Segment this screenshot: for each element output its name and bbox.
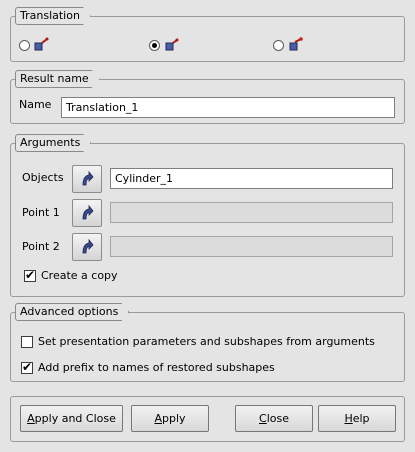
help-button[interactable]: Help bbox=[318, 405, 396, 432]
create-copy-checkbox[interactable] bbox=[24, 268, 36, 282]
close-button[interactable]: Close bbox=[235, 405, 313, 432]
mode-option-3[interactable] bbox=[273, 37, 303, 53]
translation-group-title: Translation bbox=[15, 7, 91, 25]
point1-label: Point 1 bbox=[22, 206, 60, 219]
arrow-select-icon bbox=[82, 171, 94, 186]
objects-select-button[interactable] bbox=[72, 165, 102, 193]
point1-select-button[interactable] bbox=[72, 199, 102, 227]
mode-radio-2[interactable] bbox=[149, 39, 160, 51]
arguments-group-title: Arguments bbox=[15, 134, 91, 152]
mode-radio-1[interactable] bbox=[19, 39, 30, 51]
apply-button[interactable]: Apply bbox=[131, 405, 209, 432]
translation-by-dxdydz-icon bbox=[165, 38, 179, 51]
result-name-group: Result name Name Translation_1 bbox=[10, 79, 405, 124]
point2-select-button[interactable] bbox=[72, 233, 102, 261]
point1-input[interactable] bbox=[110, 202, 393, 223]
prefix-option[interactable]: Add prefix to names of restored subshape… bbox=[21, 360, 275, 374]
arrow-select-icon bbox=[82, 205, 94, 220]
prefix-checkbox[interactable] bbox=[21, 360, 33, 374]
create-copy-label: Create a copy bbox=[41, 269, 118, 282]
result-name-group-title: Result name bbox=[15, 70, 100, 88]
advanced-options-group-title: Advanced options bbox=[15, 303, 129, 321]
translation-by-vector-icon bbox=[34, 37, 49, 51]
apply-and-close-button[interactable]: Apply and Close bbox=[20, 405, 123, 432]
objects-input[interactable]: Cylinder_1 bbox=[110, 168, 393, 189]
mode-option-1[interactable] bbox=[19, 37, 49, 53]
translation-group: Translation bbox=[10, 16, 405, 62]
presentation-checkbox[interactable] bbox=[21, 335, 33, 348]
point2-label: Point 2 bbox=[22, 240, 60, 253]
create-copy-option[interactable]: Create a copy bbox=[24, 268, 118, 282]
arrow-select-icon bbox=[82, 239, 94, 254]
mode-radio-3[interactable] bbox=[273, 39, 284, 51]
name-input[interactable]: Translation_1 bbox=[61, 97, 395, 118]
advanced-options-group: Advanced options Set presentation parame… bbox=[10, 312, 405, 382]
name-label: Name bbox=[19, 98, 52, 111]
translation-by-two-points-icon bbox=[289, 37, 303, 51]
prefix-label: Add prefix to names of restored subshape… bbox=[38, 361, 275, 374]
objects-label: Objects bbox=[22, 171, 64, 184]
mode-option-2[interactable] bbox=[149, 37, 179, 53]
point2-input[interactable] bbox=[110, 236, 393, 257]
presentation-option[interactable]: Set presentation parameters and subshape… bbox=[21, 335, 375, 348]
arguments-group: Arguments Objects Cylinder_1 Point 1 Poi… bbox=[10, 143, 405, 297]
presentation-label: Set presentation parameters and subshape… bbox=[38, 335, 375, 348]
